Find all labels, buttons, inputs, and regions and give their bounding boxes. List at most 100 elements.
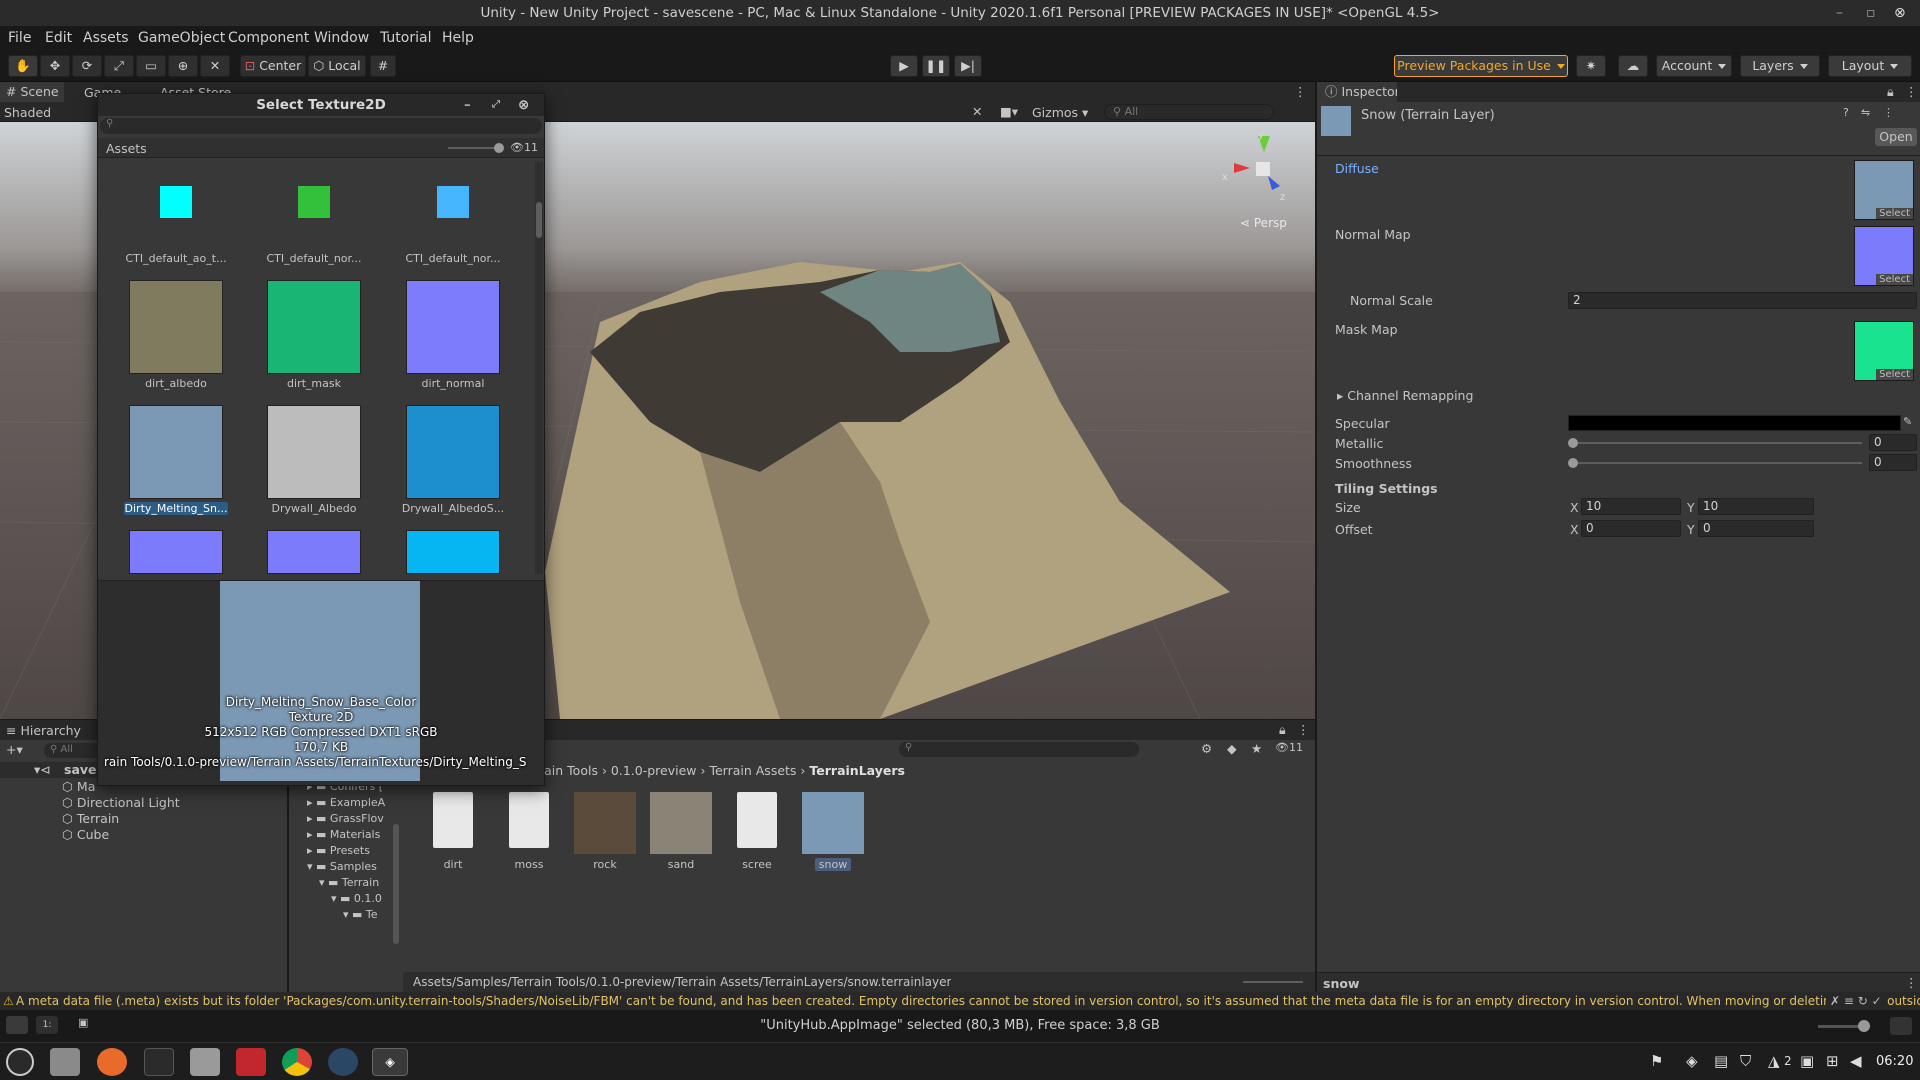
persp-label[interactable]: ⋖ Persp <box>1240 216 1287 230</box>
tree-item[interactable]: ▾ ▬ Te <box>343 908 389 921</box>
tab-hierarchy[interactable]: ≡ Hierarchy <box>6 723 81 738</box>
asset-moss-icon[interactable] <box>509 792 549 848</box>
tray-network-icon[interactable]: ⚑ <box>1650 1052 1663 1070</box>
tab-scene[interactable]: # Scene <box>0 82 64 102</box>
check-icon[interactable]: ✓ <box>1872 994 1882 1008</box>
tree-item[interactable]: ▸ ▬ Presets <box>307 844 387 857</box>
close-window-icon[interactable]: ⊗ <box>1894 0 1906 26</box>
gizmos-dropdown[interactable]: Gizmos ▾ <box>1032 105 1088 120</box>
asset-dirt-icon[interactable] <box>433 792 473 848</box>
refresh-icon[interactable]: ↻ <box>1858 994 1868 1008</box>
asset-sand-thumbnail[interactable] <box>650 792 712 854</box>
scale-tool-icon[interactable]: ⤢ <box>104 55 134 77</box>
dialog-title-bar[interactable]: Select Texture2D – ⤢ ⊗ <box>98 94 544 116</box>
tree-item[interactable]: ▸ ▬ ExampleA <box>307 796 387 809</box>
normal-scale-field[interactable]: 2 <box>1568 292 1917 309</box>
more-options-icon[interactable]: ⋮ <box>1905 975 1918 990</box>
offset-y-field[interactable]: 0 <box>1698 520 1814 537</box>
more-icon[interactable]: ⋮ <box>1883 106 1894 119</box>
metallic-slider-knob[interactable] <box>1568 438 1578 448</box>
mint-menu-icon[interactable] <box>6 1048 34 1076</box>
tray-clipboard-icon[interactable]: ▤ <box>1714 1052 1728 1070</box>
lock-icon[interactable]: 🔒︎ <box>1887 84 1894 100</box>
tab-assets[interactable]: Assets <box>106 141 147 156</box>
cloud-icon[interactable]: ☁ <box>1618 55 1648 77</box>
texture-tile[interactable] <box>129 280 223 374</box>
preset-icon[interactable]: ⇋ <box>1861 106 1870 119</box>
tree-item[interactable]: ▾ ▬ Terrain <box>319 876 389 889</box>
shading-mode[interactable]: Shaded <box>4 105 51 120</box>
rect-tool-icon[interactable]: ▭ <box>136 55 166 77</box>
hierarchy-item[interactable]: ⬡ Terrain <box>62 811 119 826</box>
tray-lan-icon[interactable]: ⊞ <box>1826 1052 1839 1070</box>
pause-button[interactable]: ❚❚ <box>922 55 950 77</box>
menu-file[interactable]: File <box>8 30 31 46</box>
tree-item[interactable]: ▾ ▬ 0.1.0 <box>331 892 389 905</box>
maximize-icon[interactable]: ▫ <box>1866 0 1876 26</box>
close-dialog-icon[interactable]: ⊗ <box>518 94 529 116</box>
menu-edit[interactable]: Edit <box>45 30 72 46</box>
size-x-field[interactable]: 10 <box>1581 498 1681 515</box>
grid-scrollbar[interactable] <box>535 162 543 574</box>
preview-packages-button[interactable]: Preview Packages in Use <box>1394 55 1568 77</box>
custom-tool-icon[interactable]: ✕ <box>200 55 230 77</box>
camera-icon[interactable]: ■▾ <box>1000 104 1018 119</box>
menu-tutorial[interactable]: Tutorial <box>380 30 431 46</box>
texture-tile[interactable] <box>437 186 469 218</box>
filter-label-icon[interactable]: ◆ <box>1227 741 1237 756</box>
files-icon[interactable] <box>190 1048 220 1076</box>
bug-icon[interactable]: ✗ <box>1830 994 1840 1008</box>
texture-tile[interactable] <box>267 280 361 374</box>
zoom-slider[interactable] <box>448 147 500 149</box>
account-dropdown[interactable]: Account <box>1656 55 1732 77</box>
favorite-icon[interactable]: ★ <box>1251 741 1262 756</box>
select-button[interactable]: Select <box>1876 274 1913 285</box>
tools-icon[interactable]: ✕ <box>972 104 982 119</box>
console-status-line[interactable]: ⚠ A meta data file (.meta) exists but it… <box>0 992 1920 1010</box>
specular-color-field[interactable] <box>1568 415 1901 431</box>
texture-tile[interactable] <box>298 186 330 218</box>
menu-component[interactable]: Component <box>228 30 309 46</box>
tab-inspector[interactable]: ⓘ Inspector <box>1317 82 1397 102</box>
channel-remapping-foldout[interactable]: ▸ Channel Remapping <box>1337 388 1473 403</box>
metallic-slider[interactable] <box>1572 442 1862 444</box>
menu-help[interactable]: Help <box>442 30 474 46</box>
tree-item[interactable]: ▸ ▬ Materials <box>307 828 387 841</box>
mask-map-slot[interactable]: Select <box>1854 321 1914 381</box>
clock[interactable]: 06:20 <box>1876 1054 1913 1069</box>
zoom-slider-knob[interactable] <box>494 143 504 153</box>
restore-icon[interactable]: ⤢ <box>492 94 500 116</box>
more-options-icon[interactable]: ⋮ <box>1294 84 1307 99</box>
tray-display-icon[interactable]: ▣ <box>1800 1052 1814 1070</box>
diffuse-texture-slot[interactable]: Select <box>1854 160 1914 220</box>
asset-scree-icon[interactable] <box>737 792 777 848</box>
tree-item[interactable]: ▾ ▬ Samples <box>307 860 387 873</box>
rotate-tool-icon[interactable]: ⟳ <box>72 55 102 77</box>
texture-tile[interactable] <box>160 186 192 218</box>
menu-assets[interactable]: Assets <box>83 30 129 46</box>
play-button[interactable]: ▶ <box>890 55 918 77</box>
menu-gameobject[interactable]: GameObject <box>138 30 225 46</box>
smoothness-slider[interactable] <box>1572 462 1862 464</box>
layout-dropdown[interactable]: Layout <box>1828 55 1912 77</box>
tray-notification-icon[interactable]: ◮ <box>1768 1052 1780 1070</box>
tray-unity-icon[interactable]: ◈ <box>1686 1052 1698 1070</box>
hierarchy-item[interactable]: ⬡ Cube <box>62 827 109 842</box>
terminal-icon[interactable] <box>144 1048 174 1076</box>
size-y-field[interactable]: 10 <box>1698 498 1814 515</box>
filter-type-icon[interactable]: ⚙ <box>1201 741 1212 756</box>
smoothness-slider-knob[interactable] <box>1568 458 1578 468</box>
texture-tile[interactable] <box>267 405 361 499</box>
pivot-center-button[interactable]: ⊡ Center <box>240 55 306 77</box>
minimize-icon[interactable]: – <box>1836 0 1843 26</box>
menu-window[interactable]: Window <box>314 30 369 46</box>
show-desktop-icon[interactable] <box>50 1048 80 1076</box>
icon-size-slider[interactable] <box>1243 981 1303 983</box>
chrome-icon[interactable] <box>282 1048 312 1076</box>
asset-rock-thumbnail[interactable] <box>574 792 636 854</box>
more-options-icon[interactable]: ⋮ <box>1905 84 1918 99</box>
more-options-icon[interactable]: ⋮ <box>1297 722 1310 737</box>
texture-tile-selected[interactable] <box>129 405 223 499</box>
step-button[interactable]: ▶| <box>954 55 982 77</box>
select-button[interactable]: Select <box>1876 369 1913 380</box>
